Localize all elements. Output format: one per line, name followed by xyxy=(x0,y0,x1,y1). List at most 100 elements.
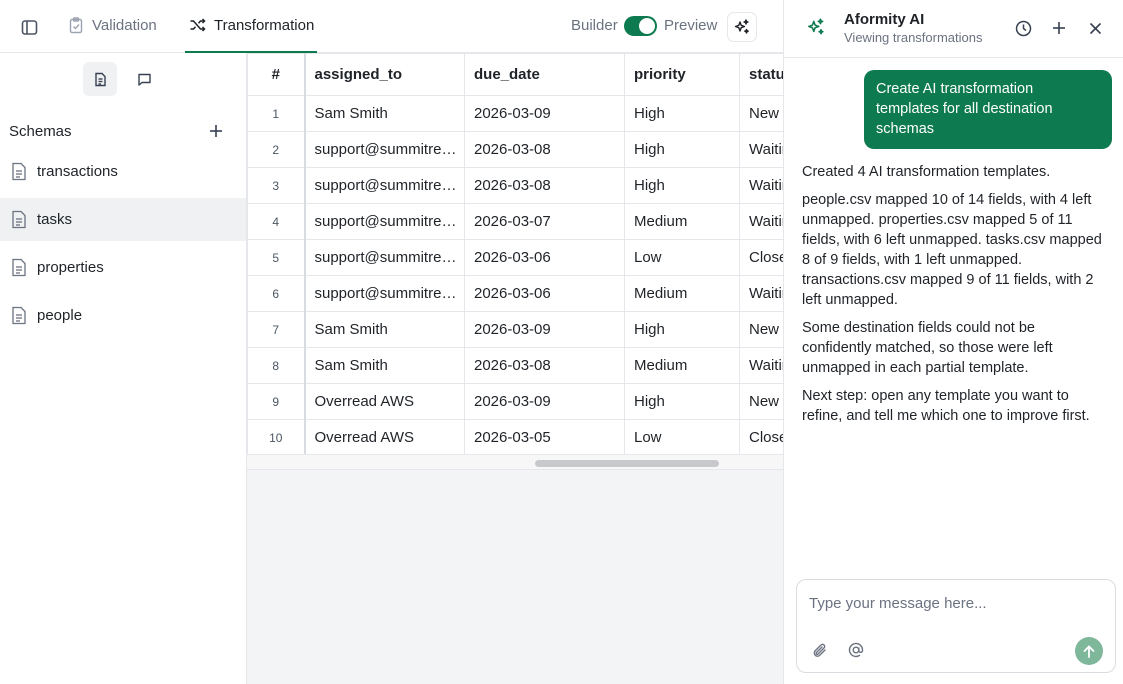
table-row[interactable]: 6support@summitrealty.com2026-03-06Mediu… xyxy=(247,275,783,312)
cell-due-date[interactable]: 2026-03-08 xyxy=(464,131,625,168)
assistant-reply: Created 4 AI transformation templates. p… xyxy=(802,162,1107,434)
assistant-panel: Aformity AI Viewing transformations Crea… xyxy=(783,0,1123,684)
plus-icon xyxy=(1052,21,1066,35)
sidebar-toggle-icon[interactable] xyxy=(14,13,44,41)
cell-assigned-to[interactable]: support@summitrealty.com xyxy=(304,275,465,312)
cell-status[interactable]: Closed xyxy=(739,239,783,276)
cell-status[interactable]: Waiting xyxy=(739,131,783,168)
history-button[interactable] xyxy=(1012,17,1034,39)
cell-priority[interactable]: Low xyxy=(624,239,740,276)
table-row[interactable]: 10Overread AWS2026-03-05LowClosed xyxy=(247,419,783,456)
cell-due-date[interactable]: 2026-03-06 xyxy=(464,239,625,276)
document-icon xyxy=(94,72,107,87)
cell-priority[interactable]: Medium xyxy=(624,203,740,240)
cell-due-date[interactable]: 2026-03-09 xyxy=(464,383,625,420)
cell-assigned-to[interactable]: support@summitrealty.com xyxy=(304,203,465,240)
preview-table: # assigned_to due_date priority status 1… xyxy=(247,53,783,456)
column-header-status[interactable]: status xyxy=(739,53,783,96)
message-composer xyxy=(796,579,1116,673)
cell-due-date[interactable]: 2026-03-05 xyxy=(464,419,625,456)
cell-assigned-to[interactable]: Sam Smith xyxy=(304,347,465,384)
scrollbar-thumb[interactable] xyxy=(535,460,719,467)
row-number-cell: 3 xyxy=(247,167,306,204)
assistant-header: Aformity AI Viewing transformations xyxy=(784,0,1123,58)
tab-validation[interactable]: Validation xyxy=(68,0,157,50)
data-grid[interactable]: # assigned_to due_date priority status 1… xyxy=(247,53,783,470)
cell-status[interactable]: Waiting xyxy=(739,347,783,384)
cell-priority[interactable]: Medium xyxy=(624,275,740,312)
cell-priority[interactable]: High xyxy=(624,167,740,204)
cell-status[interactable]: Closed xyxy=(739,419,783,456)
horizontal-scrollbar[interactable] xyxy=(247,454,783,469)
cell-assigned-to[interactable]: support@summitrealty.com xyxy=(304,167,465,204)
sidebar-item-people[interactable]: people xyxy=(0,294,246,337)
schemas-heading: Schemas xyxy=(9,123,72,140)
sidebar-item-label: people xyxy=(37,307,83,324)
sparkles-logo-icon xyxy=(806,17,826,37)
row-number-cell: 6 xyxy=(247,275,306,312)
cell-due-date[interactable]: 2026-03-09 xyxy=(464,95,625,132)
cell-due-date[interactable]: 2026-03-08 xyxy=(464,347,625,384)
table-row[interactable]: 9 Overread AWS 2026-03-09 High New xyxy=(247,383,783,420)
cell-assigned-to[interactable]: support@summitrealty.com xyxy=(304,239,465,276)
table-row[interactable]: 1 Sam Smith 2026-03-09 High New xyxy=(247,95,783,132)
file-icon xyxy=(10,306,28,326)
cell-due-date[interactable]: 2026-03-07 xyxy=(464,203,625,240)
cell-priority[interactable]: High xyxy=(624,383,740,420)
cell-priority[interactable]: High xyxy=(624,311,740,348)
cell-due-date[interactable]: 2026-03-06 xyxy=(464,275,625,312)
sidebar-item-tasks[interactable]: tasks xyxy=(0,198,246,241)
arrow-up-icon xyxy=(1083,644,1095,658)
column-header-priority[interactable]: priority xyxy=(624,53,740,96)
ai-assistant-button[interactable] xyxy=(727,12,757,42)
cell-status[interactable]: Waiting xyxy=(739,275,783,312)
column-header-due-date[interactable]: due_date xyxy=(464,53,625,96)
tab-transformation-label: Transformation xyxy=(214,16,315,34)
sidebar-tab-documents[interactable] xyxy=(83,62,117,96)
close-panel-button[interactable] xyxy=(1084,17,1106,39)
cell-status[interactable]: Waiting xyxy=(739,167,783,204)
message-input[interactable] xyxy=(809,592,1099,614)
cell-priority[interactable]: Medium xyxy=(624,347,740,384)
paperclip-icon[interactable] xyxy=(811,641,829,659)
tab-transformation[interactable]: Transformation xyxy=(185,0,317,53)
cell-priority[interactable]: High xyxy=(624,131,740,168)
sidebar-tab-comments[interactable] xyxy=(127,62,161,96)
table-row[interactable]: 5support@summitrealty.com2026-03-06LowCl… xyxy=(247,239,783,276)
table-row[interactable]: 7 Sam Smith 2026-03-09 High New xyxy=(247,311,783,348)
reply-paragraph: Some destination fields could not be con… xyxy=(802,320,1053,376)
cell-assigned-to[interactable]: Sam Smith xyxy=(304,95,465,132)
reply-paragraph: Next step: open any template you want to… xyxy=(802,388,1090,424)
row-number-cell: 5 xyxy=(247,239,306,276)
add-schema-button[interactable] xyxy=(204,119,228,143)
sidebar-item-transactions[interactable]: transactions xyxy=(0,150,246,193)
row-number-cell: 1 xyxy=(247,95,306,132)
table-row[interactable]: 8Sam Smith2026-03-08MediumWaiting xyxy=(247,347,783,384)
builder-preview-toggle[interactable] xyxy=(624,16,657,36)
cell-due-date[interactable]: 2026-03-08 xyxy=(464,167,625,204)
message-square-icon xyxy=(137,72,152,87)
cell-priority[interactable]: Low xyxy=(624,419,740,456)
cell-assigned-to[interactable]: Overread AWS xyxy=(304,383,465,420)
cell-assigned-to[interactable]: support@summitrealty.com xyxy=(304,131,465,168)
cell-assigned-to[interactable]: Overread AWS xyxy=(304,419,465,456)
tab-validation-label: Validation xyxy=(92,16,157,34)
cell-assigned-to[interactable]: Sam Smith xyxy=(304,311,465,348)
cell-status[interactable]: Waiting xyxy=(739,203,783,240)
column-header-assigned-to[interactable]: assigned_to xyxy=(304,53,465,96)
sidebar-item-properties[interactable]: properties xyxy=(0,246,246,289)
new-chat-button[interactable] xyxy=(1048,17,1070,39)
cell-status[interactable]: New xyxy=(739,95,783,132)
table-row[interactable]: 3support@summitrealty.com2026-03-08HighW… xyxy=(247,167,783,204)
cell-priority[interactable]: High xyxy=(624,95,740,132)
cell-status[interactable]: New xyxy=(739,383,783,420)
cell-status[interactable]: New xyxy=(739,311,783,348)
table-row[interactable]: 4support@summitrealty.com2026-03-07Mediu… xyxy=(247,203,783,240)
plus-icon xyxy=(209,124,223,138)
send-button[interactable] xyxy=(1075,637,1103,665)
at-sign-icon[interactable] xyxy=(847,641,865,659)
row-number-cell: 7 xyxy=(247,311,306,348)
clock-icon xyxy=(1015,20,1032,37)
table-row[interactable]: 2support@summitrealty.com2026-03-08HighW… xyxy=(247,131,783,168)
cell-due-date[interactable]: 2026-03-09 xyxy=(464,311,625,348)
